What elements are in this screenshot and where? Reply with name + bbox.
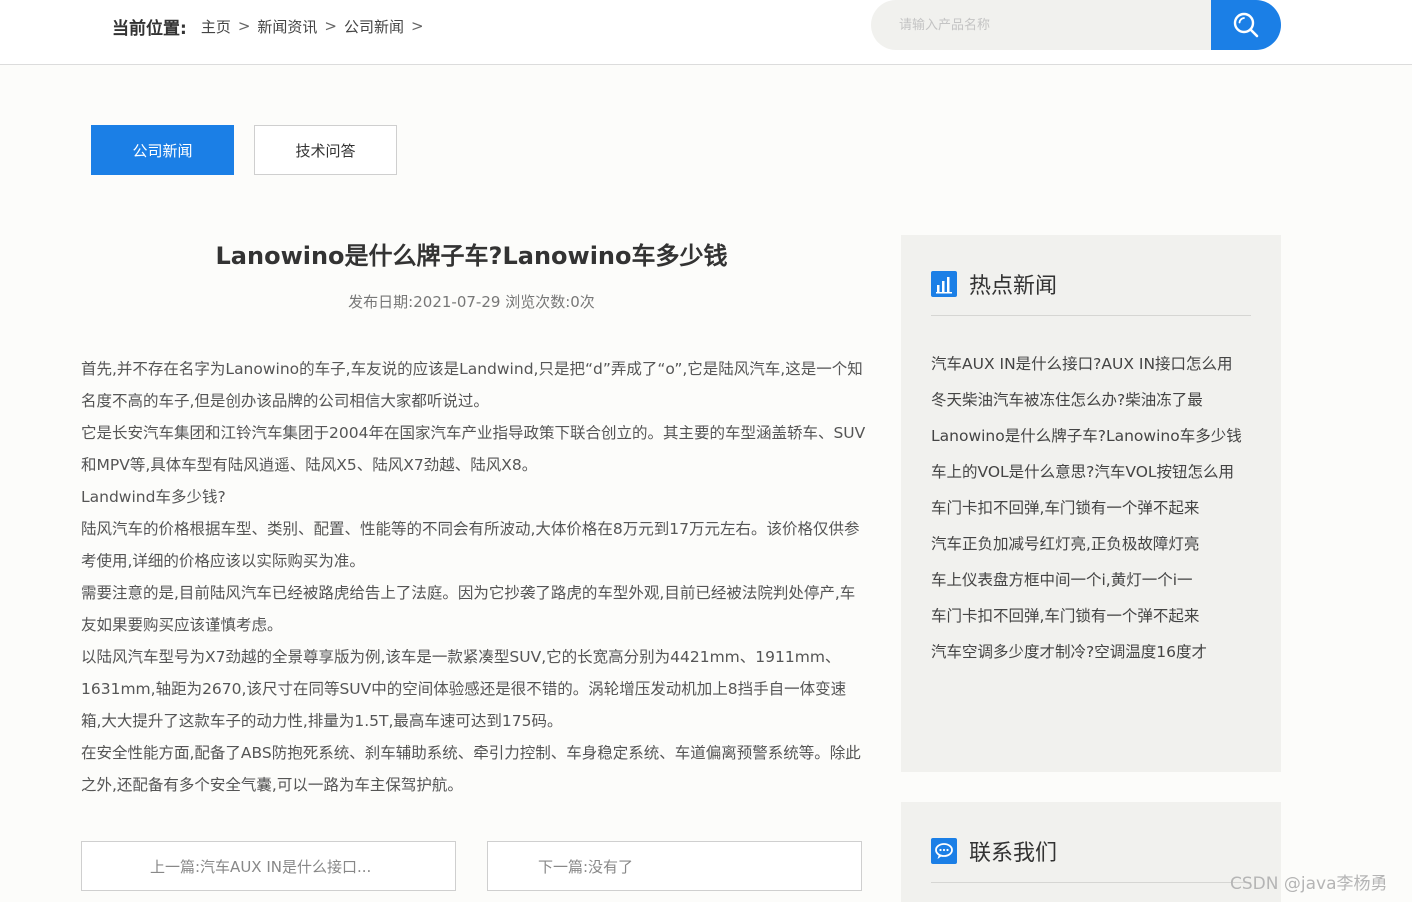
- breadcrumb-home-link[interactable]: 主页: [201, 16, 231, 37]
- breadcrumb-separator: >: [324, 17, 337, 35]
- search-button[interactable]: [1211, 0, 1281, 50]
- watermark: CSDN @java李杨勇: [1230, 874, 1388, 894]
- divider: [931, 315, 1251, 316]
- hot-news-link[interactable]: 车上的VOL是什么意思?汽车VOL按钮怎么用: [931, 463, 1234, 481]
- search-icon: [1233, 12, 1259, 38]
- prev-article-link[interactable]: 上一篇:汽车AUX IN是什么接口...: [81, 841, 456, 891]
- article-paragraph: 首先,并不存在名字为Lanowino的车子,车友说的应该是Landwind,只是…: [81, 360, 863, 410]
- breadcrumb: 当前位置: 主页 > 新闻资讯 > 公司新闻 >: [112, 14, 431, 39]
- list-item[interactable]: 车门卡扣不回弹,车门锁有一个弹不起来: [931, 598, 1253, 634]
- article-title: Lanowino是什么牌子车?Lanowino车多少钱: [215, 242, 728, 270]
- hot-news-title: 热点新闻: [969, 274, 1058, 299]
- hot-news-link[interactable]: 汽车空调多少度才制冷?空调温度16度才: [931, 643, 1207, 661]
- hot-news-link[interactable]: 汽车正负加减号红灯亮,正负极故障灯亮: [931, 535, 1199, 553]
- top-bar: 当前位置: 主页 > 新闻资讯 > 公司新闻 >: [0, 0, 1412, 65]
- list-item[interactable]: 车门卡扣不回弹,车门锁有一个弹不起来: [931, 490, 1253, 526]
- hot-news-link[interactable]: 车门卡扣不回弹,车门锁有一个弹不起来: [931, 607, 1199, 625]
- breadcrumb-label: 当前位置:: [112, 18, 187, 39]
- hot-news-link[interactable]: 车门卡扣不回弹,车门锁有一个弹不起来: [931, 499, 1199, 517]
- article-paragraph: 以陆风汽车型号为X7劲越的全景尊享版为例,该车是一款紧凑型SUV,它的长宽高分别…: [81, 648, 847, 730]
- article-paragraph: 陆风汽车的价格根据车型、类别、配置、性能等的不同会有所波动,大体价格在8万元到1…: [81, 520, 860, 570]
- hot-news-link[interactable]: 车上仪表盘方框中间一个i,黄灯一个i一: [931, 571, 1193, 589]
- divider: [931, 882, 1251, 883]
- hot-news-header: 热点新闻: [931, 268, 1057, 300]
- chat-bubble-icon: [931, 838, 957, 864]
- list-item[interactable]: 冬天柴油汽车被冻住怎么办?柴油冻了最: [931, 382, 1253, 418]
- hot-news-link[interactable]: 汽车AUX IN是什么接口?AUX IN接口怎么用: [931, 355, 1233, 373]
- list-item[interactable]: 汽车空调多少度才制冷?空调温度16度才: [931, 634, 1253, 670]
- contact-header: 联系我们: [931, 835, 1057, 867]
- article-paragraph: 它是长安汽车集团和江铃汽车集团于2004年在国家汽车产业指导政策下联合创立的。其…: [81, 424, 866, 474]
- search-box: [871, 0, 1281, 50]
- breadcrumb-separator: >: [411, 17, 424, 35]
- list-item[interactable]: 汽车正负加减号红灯亮,正负极故障灯亮: [931, 526, 1253, 562]
- article-paragraph: 在安全性能方面,配备了ABS防抱死系统、刹车辅助系统、牵引力控制、车身稳定系统、…: [81, 744, 861, 794]
- hot-news-link[interactable]: 冬天柴油汽车被冻住怎么办?柴油冻了最: [931, 391, 1203, 409]
- article-meta: 发布日期:2021-07-29 浏览次数:0次: [81, 291, 862, 312]
- list-item[interactable]: 车上的VOL是什么意思?汽车VOL按钮怎么用: [931, 454, 1253, 490]
- article-paragraph: 需要注意的是,目前陆风汽车已经被路虎给告上了法庭。因为它抄袭了路虎的车型外观,目…: [81, 584, 856, 634]
- tab-tech-qa[interactable]: 技术问答: [254, 125, 397, 175]
- view-count-label: 浏览次数:: [505, 293, 571, 311]
- article-body: 首先,并不存在名字为Lanowino的车子,车友说的应该是Landwind,只是…: [81, 353, 866, 801]
- article-paragraph: Landwind车多少钱?: [81, 488, 226, 506]
- breadcrumb-company-news-link[interactable]: 公司新闻: [344, 16, 404, 37]
- view-count: 0次: [570, 293, 595, 311]
- list-item[interactable]: Lanowino是什么牌子车?Lanowino车多少钱: [931, 418, 1253, 454]
- next-article-link[interactable]: 下一篇:没有了: [487, 841, 862, 891]
- tab-company-news[interactable]: 公司新闻: [91, 125, 234, 175]
- list-item[interactable]: 车上仪表盘方框中间一个i,黄灯一个i一: [931, 562, 1253, 598]
- hot-news-link[interactable]: Lanowino是什么牌子车?Lanowino车多少钱: [931, 427, 1242, 445]
- breadcrumb-news-link[interactable]: 新闻资讯: [257, 16, 317, 37]
- contact-title: 联系我们: [969, 841, 1058, 866]
- publish-date: 2021-07-29: [413, 293, 501, 311]
- publish-date-label: 发布日期:: [348, 293, 414, 311]
- breadcrumb-separator: >: [237, 17, 251, 35]
- list-item[interactable]: 汽车AUX IN是什么接口?AUX IN接口怎么用: [931, 346, 1253, 382]
- search-input[interactable]: [871, 0, 1216, 50]
- bar-chart-icon: [931, 271, 957, 297]
- hot-news-list: 汽车AUX IN是什么接口?AUX IN接口怎么用 冬天柴油汽车被冻住怎么办?柴…: [931, 346, 1253, 670]
